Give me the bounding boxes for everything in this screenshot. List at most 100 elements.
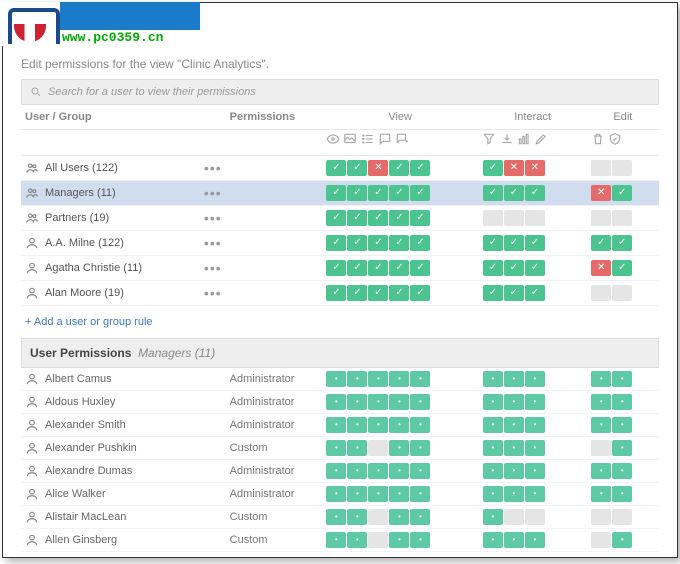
table-row[interactable]: All Users (122)••• ✓✓✕✓✓ ✓✕✕ (21, 156, 659, 181)
permission-chip[interactable]: ✕ (368, 160, 388, 176)
permission-chip[interactable]: • (368, 463, 388, 479)
permission-chip[interactable]: • (504, 532, 524, 548)
table-row[interactable]: Alistair MacLean Custom •••• • (21, 506, 659, 529)
permission-chip[interactable]: • (368, 371, 388, 387)
permission-chip[interactable]: ✓ (504, 260, 524, 276)
permission-chip[interactable]: • (591, 486, 611, 502)
permission-chip[interactable] (591, 210, 611, 226)
permission-chip[interactable]: • (591, 417, 611, 433)
table-row[interactable]: Alice Walker Administrator ••••• ••• •• (21, 483, 659, 506)
permission-chip[interactable]: ✓ (612, 235, 632, 251)
row-menu-icon[interactable]: ••• (204, 160, 222, 176)
permission-chip[interactable]: • (389, 486, 409, 502)
permission-chip[interactable]: • (483, 417, 503, 433)
permission-chip[interactable]: ✓ (368, 235, 388, 251)
table-row[interactable]: Managers (11)••• ✓✓✓✓✓ ✓✓✓ ✕✓ (21, 181, 659, 206)
permission-chip[interactable] (504, 509, 524, 525)
permission-chip[interactable] (525, 509, 545, 525)
permission-chip[interactable]: ✓ (368, 260, 388, 276)
row-menu-icon[interactable]: ••• (204, 260, 222, 276)
permission-chip[interactable]: • (326, 440, 346, 456)
permission-chip[interactable]: • (525, 440, 545, 456)
permission-chip[interactable]: ✓ (326, 260, 346, 276)
permission-chip[interactable]: • (525, 463, 545, 479)
permission-chip[interactable]: ✓ (389, 260, 409, 276)
permission-chip[interactable]: • (347, 463, 367, 479)
row-menu-icon[interactable]: ••• (204, 185, 222, 201)
permission-chip[interactable]: • (326, 463, 346, 479)
table-row[interactable]: Alan Moore (19)••• ✓✓✓✓✓ ✓✓✓ (21, 281, 659, 306)
permission-chip[interactable] (368, 532, 388, 548)
permission-chip[interactable]: • (504, 417, 524, 433)
table-row[interactable]: Partners (19)••• ✓✓✓✓✓ (21, 206, 659, 231)
permission-chip[interactable]: ✓ (389, 235, 409, 251)
permission-chip[interactable]: • (483, 509, 503, 525)
permission-chip[interactable]: • (347, 394, 367, 410)
permission-chip[interactable]: ✓ (410, 285, 430, 301)
permission-chip[interactable]: • (612, 440, 632, 456)
permission-chip[interactable]: ✓ (389, 210, 409, 226)
search-input[interactable]: Search for a user to view their permissi… (21, 79, 659, 105)
permission-chip[interactable]: • (483, 463, 503, 479)
permission-chip[interactable]: ✓ (591, 235, 611, 251)
permission-chip[interactable]: • (368, 394, 388, 410)
permission-chip[interactable]: • (410, 417, 430, 433)
row-menu-icon[interactable]: ••• (204, 285, 222, 301)
permission-chip[interactable]: • (410, 440, 430, 456)
permission-chip[interactable]: ✓ (368, 285, 388, 301)
permission-chip[interactable]: ✕ (504, 160, 524, 176)
permission-chip[interactable] (504, 210, 524, 226)
permission-chip[interactable]: ✓ (326, 285, 346, 301)
table-row[interactable]: Alexandre Dumas Administrator ••••• ••• … (21, 460, 659, 483)
permission-chip[interactable]: ✓ (612, 185, 632, 201)
permission-chip[interactable]: • (504, 371, 524, 387)
permission-chip[interactable]: ✓ (525, 235, 545, 251)
permission-chip[interactable]: • (326, 509, 346, 525)
permission-chip[interactable]: • (389, 509, 409, 525)
permission-chip[interactable] (612, 210, 632, 226)
permission-chip[interactable]: ✓ (410, 185, 430, 201)
table-row[interactable]: A.A. Milne (122)••• ✓✓✓✓✓ ✓✓✓ ✓✓ (21, 231, 659, 256)
permission-chip[interactable]: • (591, 463, 611, 479)
permission-chip[interactable]: • (347, 440, 367, 456)
table-row[interactable]: Agatha Christie (11)••• ✓✓✓✓✓ ✓✓✓ ✕✓ (21, 256, 659, 281)
permission-chip[interactable]: ✓ (525, 260, 545, 276)
permission-chip[interactable]: • (347, 509, 367, 525)
permission-chip[interactable]: ✓ (368, 210, 388, 226)
permission-chip[interactable]: • (483, 486, 503, 502)
permission-chip[interactable]: ✓ (347, 235, 367, 251)
permission-chip[interactable]: ✓ (483, 160, 503, 176)
permission-chip[interactable]: ✓ (347, 285, 367, 301)
permission-chip[interactable]: • (410, 509, 430, 525)
permission-chip[interactable]: ✓ (389, 185, 409, 201)
permission-chip[interactable]: ✓ (410, 160, 430, 176)
permission-chip[interactable] (591, 160, 611, 176)
permission-chip[interactable] (612, 509, 632, 525)
permission-chip[interactable]: ✓ (326, 235, 346, 251)
permission-chip[interactable]: • (326, 486, 346, 502)
table-row[interactable]: Allen Ginsberg Custom •••• ••• • (21, 529, 659, 552)
permission-chip[interactable] (591, 285, 611, 301)
permission-chip[interactable]: • (389, 394, 409, 410)
permission-chip[interactable] (368, 509, 388, 525)
permission-chip[interactable]: • (591, 394, 611, 410)
table-row[interactable]: Alexander Smith Administrator ••••• ••• … (21, 414, 659, 437)
permission-chip[interactable]: ✕ (591, 260, 611, 276)
permission-chip[interactable] (591, 532, 611, 548)
permission-chip[interactable]: • (504, 486, 524, 502)
permission-chip[interactable]: • (591, 371, 611, 387)
table-row[interactable]: Alexander Pushkin Custom •••• ••• • (21, 437, 659, 460)
permission-chip[interactable]: • (504, 463, 524, 479)
permission-chip[interactable]: • (410, 394, 430, 410)
row-menu-icon[interactable]: ••• (204, 210, 222, 226)
permission-chip[interactable]: • (504, 394, 524, 410)
permission-chip[interactable] (483, 210, 503, 226)
add-rule-link[interactable]: + Add a user or group rule (21, 306, 659, 338)
permission-chip[interactable]: ✓ (347, 160, 367, 176)
table-row[interactable]: Albert Camus Administrator ••••• ••• •• (21, 368, 659, 391)
permission-chip[interactable]: • (612, 371, 632, 387)
permission-chip[interactable]: • (347, 371, 367, 387)
permission-chip[interactable]: • (612, 532, 632, 548)
permission-chip[interactable]: • (326, 371, 346, 387)
permission-chip[interactable] (368, 440, 388, 456)
